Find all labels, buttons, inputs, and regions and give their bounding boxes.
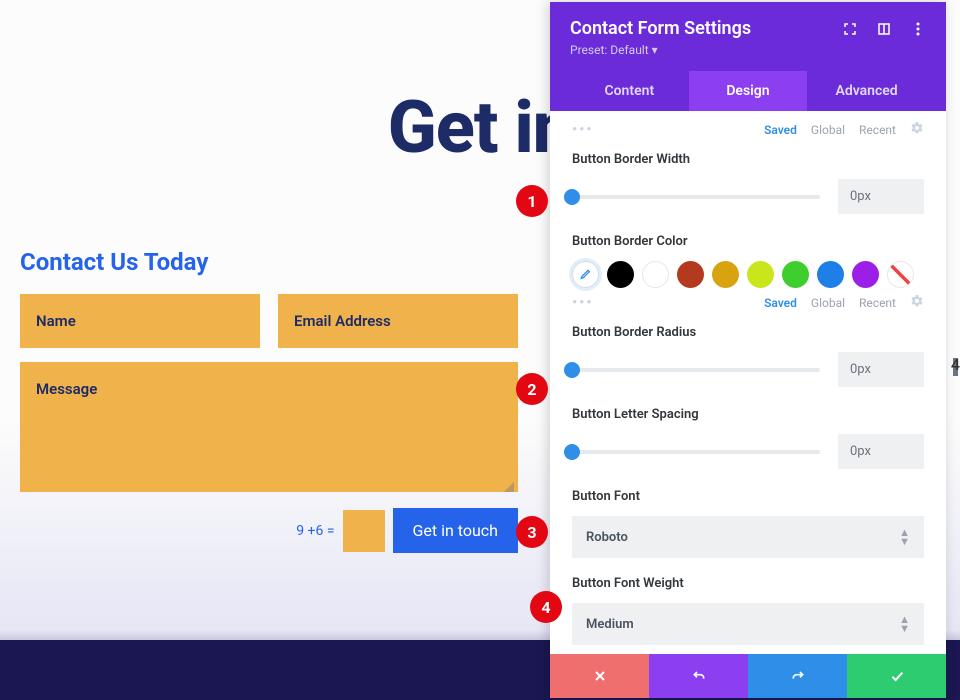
- letter-spacing-value[interactable]: [838, 434, 924, 469]
- border-radius-value[interactable]: [838, 352, 924, 387]
- more-dots-icon[interactable]: •••: [572, 122, 594, 138]
- panel-title: Contact Form Settings: [570, 18, 751, 39]
- swatch-red[interactable]: [677, 261, 704, 288]
- label-border-width: Button Border Width: [572, 152, 924, 167]
- captcha-question: 9 +6 =: [296, 523, 334, 539]
- message-textarea[interactable]: [20, 362, 518, 492]
- tab-content[interactable]: Content: [570, 71, 689, 111]
- tab-design[interactable]: Design: [689, 71, 808, 111]
- history-saved[interactable]: Saved: [764, 123, 797, 137]
- swatch-purple[interactable]: [852, 261, 879, 288]
- settings-panel: Contact Form Settings Preset: Default ▾ …: [550, 2, 946, 698]
- swatch-white[interactable]: [642, 261, 669, 288]
- redo-button[interactable]: [748, 654, 847, 698]
- submit-button[interactable]: Get in touch: [393, 508, 519, 553]
- font-weight-select[interactable]: Medium ▲▼: [572, 603, 924, 645]
- swatch-none[interactable]: [887, 261, 914, 288]
- annotation-badge-3: 3: [516, 516, 548, 548]
- swatch-blue[interactable]: [817, 261, 844, 288]
- captcha-input[interactable]: [343, 510, 385, 552]
- history-recent[interactable]: Recent: [859, 123, 896, 137]
- history-global-2[interactable]: Global: [811, 296, 845, 310]
- slider-letter-spacing[interactable]: [572, 450, 820, 454]
- save-button[interactable]: [847, 654, 946, 698]
- more-dots-icon-2[interactable]: •••: [572, 295, 594, 311]
- swatch-green[interactable]: [782, 261, 809, 288]
- border-width-value[interactable]: [838, 179, 924, 214]
- swatch-lime[interactable]: [747, 261, 774, 288]
- annotation-badge-4: 4: [530, 591, 562, 623]
- gear-icon-2[interactable]: [910, 294, 924, 311]
- side-indicator-4: 4: [951, 355, 960, 374]
- panel-header: Contact Form Settings Preset: Default ▾ …: [550, 2, 946, 111]
- swatch-gold[interactable]: [712, 261, 739, 288]
- history-saved-2[interactable]: Saved: [764, 296, 797, 310]
- font-select[interactable]: Roboto ▲▼: [572, 516, 924, 558]
- chevron-updown-icon: ▲▼: [899, 615, 910, 633]
- label-border-color: Button Border Color: [572, 234, 924, 249]
- responsive-icon[interactable]: [876, 21, 892, 37]
- preset-selector[interactable]: Preset: Default ▾: [570, 43, 926, 57]
- label-letter-spacing: Button Letter Spacing: [572, 407, 924, 422]
- cancel-button[interactable]: [550, 654, 649, 698]
- font-select-value: Roboto: [586, 530, 628, 545]
- undo-button[interactable]: [649, 654, 748, 698]
- font-weight-value: Medium: [586, 617, 634, 632]
- focus-icon[interactable]: [842, 21, 858, 37]
- chevron-updown-icon: ▲▼: [899, 528, 910, 546]
- label-button-font: Button Font: [572, 489, 924, 504]
- panel-tabs: Content Design Advanced: [570, 71, 926, 111]
- swatch-black[interactable]: [607, 261, 634, 288]
- captcha-row: 9 +6 = Get in touch: [20, 508, 518, 553]
- message-wrap: [20, 362, 518, 496]
- slider-border-radius[interactable]: [572, 368, 820, 372]
- annotation-badge-2: 2: [516, 373, 548, 405]
- slider-thumb[interactable]: [564, 189, 580, 205]
- history-recent-2[interactable]: Recent: [859, 296, 896, 310]
- email-input[interactable]: [278, 294, 518, 348]
- tab-advanced[interactable]: Advanced: [807, 71, 926, 111]
- color-picker-button[interactable]: [572, 261, 599, 288]
- label-border-radius: Button Border Radius: [572, 325, 924, 340]
- form-row-top: [20, 294, 518, 348]
- gear-icon[interactable]: [910, 121, 924, 138]
- history-global[interactable]: Global: [811, 123, 845, 137]
- slider-thumb[interactable]: [564, 362, 580, 378]
- name-input[interactable]: [20, 294, 260, 348]
- panel-footer: [550, 654, 946, 698]
- annotation-badge-1: 1: [516, 185, 548, 217]
- panel-body: ••• Saved Global Recent Button Border Wi…: [550, 111, 946, 654]
- slider-border-width[interactable]: [572, 195, 820, 199]
- kebab-icon[interactable]: [910, 21, 926, 37]
- label-font-weight: Button Font Weight: [572, 576, 924, 591]
- color-swatch-row: [572, 261, 924, 288]
- slider-thumb[interactable]: [564, 444, 580, 460]
